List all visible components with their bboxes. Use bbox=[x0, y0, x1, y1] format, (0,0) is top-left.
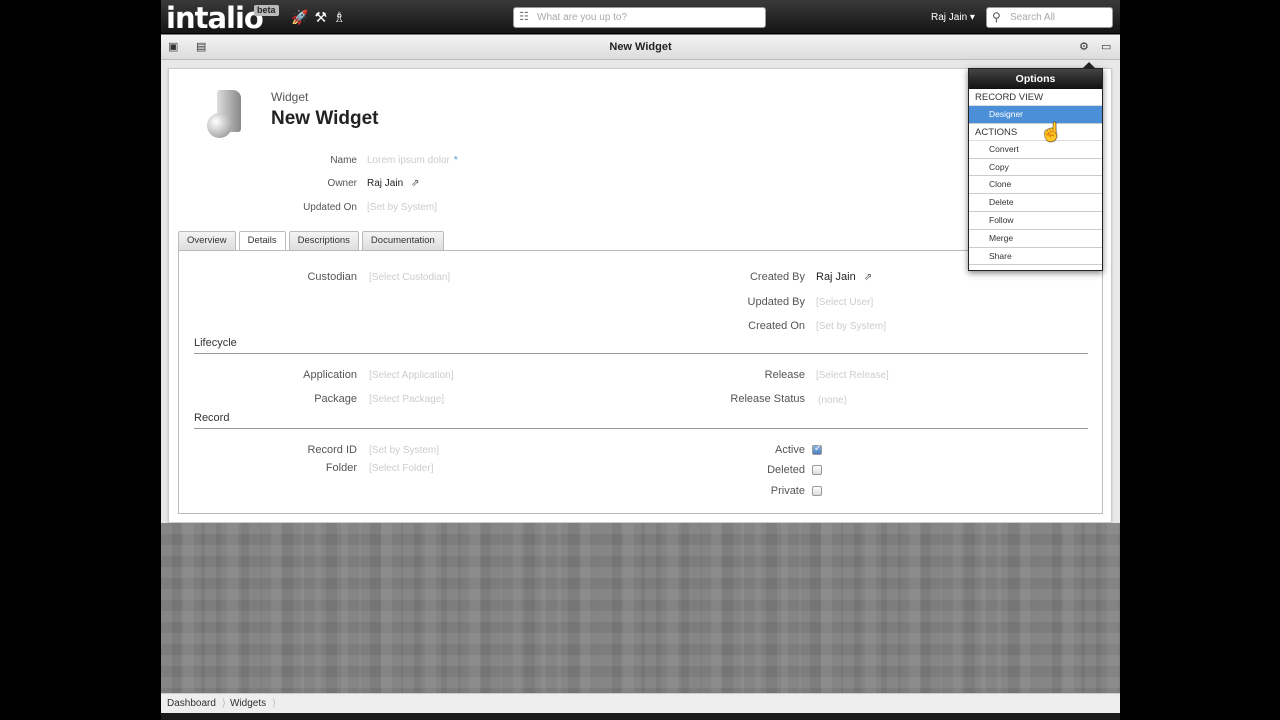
menu-item-share[interactable]: Share bbox=[969, 248, 1102, 266]
details-panel: Custodian [Select Custodian] Created By … bbox=[178, 250, 1103, 514]
record-view-section: RECORD VIEW bbox=[969, 89, 1102, 106]
deleted-checkbox[interactable] bbox=[812, 465, 822, 475]
menu-item-merge[interactable]: Merge bbox=[969, 230, 1102, 248]
record-section: Record bbox=[194, 412, 1088, 429]
gear-icon[interactable]: ⚙ bbox=[1079, 40, 1089, 53]
page-title: New Widget bbox=[609, 41, 672, 53]
menu-item-designer[interactable]: Designer bbox=[969, 106, 1102, 124]
options-menu: Options RECORD VIEW Designer ACTIONS Con… bbox=[968, 62, 1103, 271]
bottom-strip bbox=[161, 713, 1120, 720]
widget-avatar bbox=[204, 87, 244, 138]
share-icon[interactable]: ⇗ bbox=[864, 272, 872, 283]
intalio-logo[interactable]: intalio bbox=[166, 1, 264, 35]
required-icon: * bbox=[453, 155, 458, 166]
tab-descriptions[interactable]: Descriptions bbox=[288, 231, 359, 250]
menu-item-copy[interactable]: Copy bbox=[969, 159, 1102, 177]
private-label: Private bbox=[770, 485, 805, 497]
private-checkbox[interactable] bbox=[812, 486, 822, 496]
window-icon[interactable]: ▭ bbox=[1101, 40, 1111, 53]
package-field[interactable]: [Select Package] bbox=[369, 394, 444, 405]
name-label: Name bbox=[330, 155, 357, 166]
tab-overview[interactable]: Overview bbox=[178, 231, 236, 250]
application-label: Application bbox=[303, 369, 357, 381]
application-field[interactable]: [Select Application] bbox=[369, 370, 454, 381]
active-checkbox[interactable] bbox=[812, 443, 822, 455]
name-field[interactable]: Lorem ipsum dolor * bbox=[367, 155, 458, 166]
record-id-value: [Set by System] bbox=[369, 445, 440, 456]
search-icon: ⚲ bbox=[992, 10, 1001, 24]
lifecycle-section: Lifecycle bbox=[194, 337, 1088, 354]
active-label: Active bbox=[775, 444, 805, 456]
tools-icon[interactable]: ⚒ bbox=[314, 9, 327, 25]
record-id-label: Record ID bbox=[307, 444, 357, 456]
background-pattern bbox=[161, 523, 1120, 693]
menu-item-follow[interactable]: Follow bbox=[969, 212, 1102, 230]
custodian-label: Custodian bbox=[307, 271, 357, 283]
updated-by-label: Updated By bbox=[747, 296, 805, 308]
beta-badge: beta bbox=[254, 5, 279, 16]
deleted-label: Deleted bbox=[767, 464, 805, 476]
tab-details[interactable]: Details bbox=[238, 231, 286, 251]
hand-cursor-icon: ☝ bbox=[1040, 122, 1063, 142]
release-status-field[interactable]: (none) bbox=[818, 395, 847, 406]
updated-on-label: Updated On bbox=[303, 202, 357, 213]
owner-label: Owner bbox=[327, 178, 357, 189]
created-by-label: Created By bbox=[749, 271, 805, 283]
folder-field[interactable]: [Select Folder] bbox=[369, 463, 433, 474]
owner-field[interactable]: Raj Jain ⇗ bbox=[367, 178, 420, 189]
created-on-label: Created On bbox=[748, 320, 805, 332]
created-by-field[interactable]: Raj Jain ⇗ bbox=[816, 271, 872, 283]
menu-item-delete[interactable]: Delete bbox=[969, 194, 1102, 212]
search-all-input[interactable]: ⚲ Search All bbox=[986, 7, 1113, 28]
custodian-field[interactable]: [Select Custodian] bbox=[369, 272, 450, 283]
release-status-label: Release Status bbox=[730, 393, 805, 405]
menu-item-clone[interactable]: Clone bbox=[969, 176, 1102, 195]
entity-type: Widget bbox=[271, 90, 309, 104]
rss-icon: ☷ bbox=[519, 11, 529, 23]
menu-item-convert[interactable]: Convert bbox=[969, 141, 1102, 159]
options-title: Options bbox=[969, 69, 1102, 89]
share-icon[interactable]: ⇗ bbox=[411, 178, 419, 189]
activity-input[interactable]: ☷ What are you up to? bbox=[513, 7, 766, 28]
tab-documentation[interactable]: Documentation bbox=[361, 231, 444, 250]
record-toolbar: ▣ ▤ New Widget ⚙ ▭ bbox=[161, 35, 1120, 60]
breadcrumb-widgets[interactable]: Widgets bbox=[230, 698, 276, 709]
updated-on-value: [Set by System] bbox=[367, 202, 438, 213]
top-bar: intalio beta 🚀 ⚒ ♗ ☷ What are you up to?… bbox=[161, 0, 1120, 35]
release-field[interactable]: [Select Release] bbox=[816, 370, 889, 381]
breadcrumb-dashboard[interactable]: Dashboard bbox=[167, 698, 226, 709]
actions-section: ACTIONS bbox=[969, 124, 1102, 141]
rocket-icon[interactable]: 🚀 bbox=[291, 9, 308, 25]
record-name: New Widget bbox=[271, 108, 379, 129]
created-on-value: [Set by System] bbox=[816, 321, 887, 332]
updated-by-field[interactable]: [Select User] bbox=[816, 297, 873, 308]
release-label: Release bbox=[764, 369, 805, 381]
tab-bar: Overview Details Descriptions Documentat… bbox=[178, 231, 444, 251]
folder-label: Folder bbox=[325, 462, 357, 474]
breadcrumb: Dashboard Widgets bbox=[161, 693, 1120, 713]
user-menu[interactable]: Raj Jain ▾ bbox=[931, 12, 975, 23]
agent-icon[interactable]: ♗ bbox=[333, 9, 346, 25]
package-label: Package bbox=[314, 393, 357, 405]
